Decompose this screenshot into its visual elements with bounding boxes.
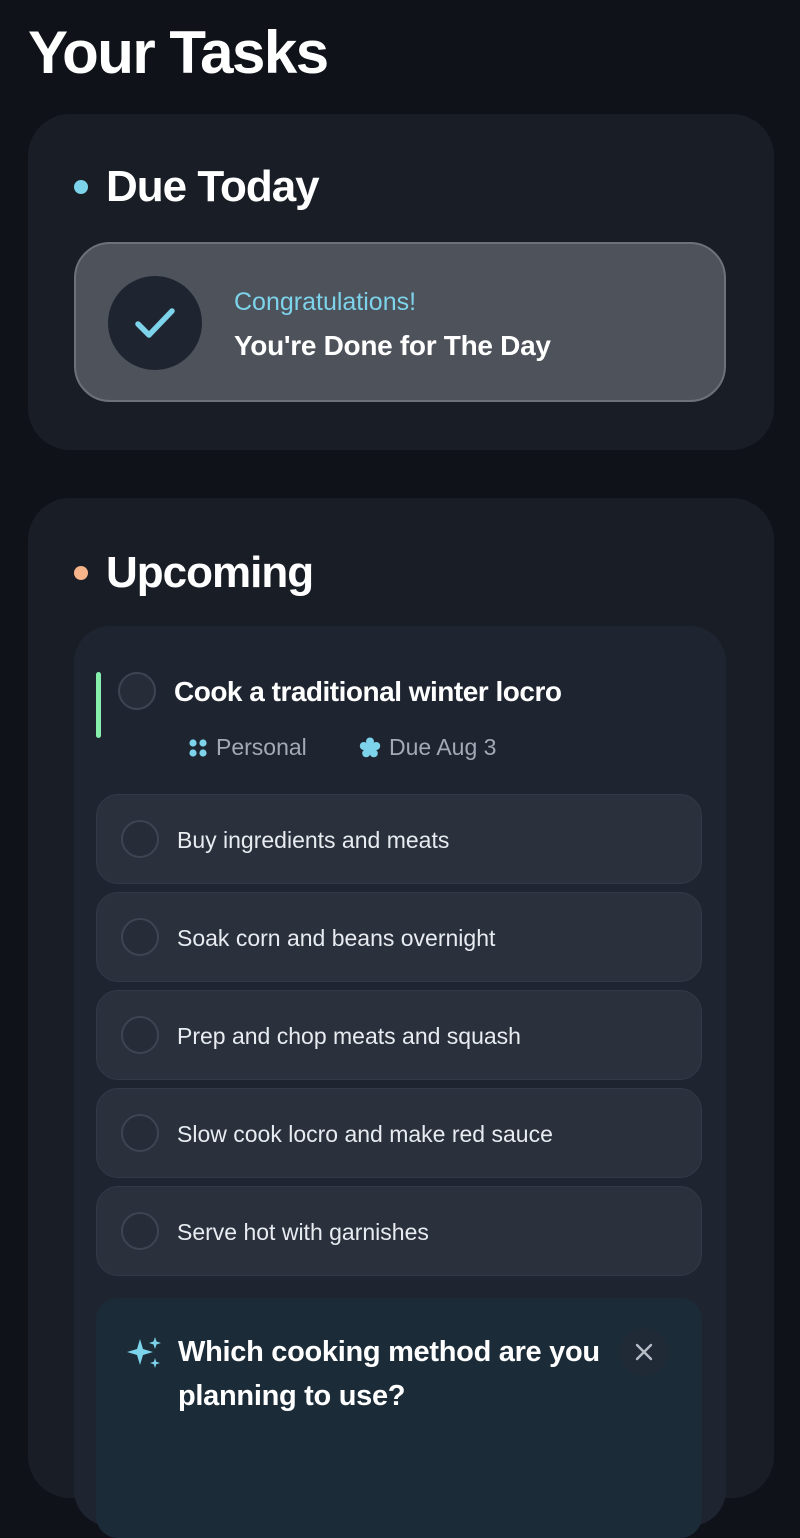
upcoming-title: Upcoming xyxy=(106,548,314,597)
task-checkbox[interactable] xyxy=(118,672,156,710)
subtask-label: Prep and chop meats and squash xyxy=(177,1023,521,1049)
task-title[interactable]: Cook a traditional winter locro xyxy=(174,676,562,708)
subtask-item[interactable]: Serve hot with garnishes xyxy=(96,1186,702,1276)
upcoming-header: Upcoming xyxy=(74,548,314,598)
subtask-checkbox[interactable] xyxy=(121,820,159,858)
congrats-subtitle: You're Done for The Day xyxy=(234,330,551,361)
subtask-label: Serve hot with garnishes xyxy=(177,1219,429,1245)
due-today-header: Due Today xyxy=(74,162,320,212)
subtask-checkbox[interactable] xyxy=(121,918,159,956)
subtask-item[interactable]: Slow cook locro and make red sauce xyxy=(96,1088,702,1178)
subtask-label: Buy ingredients and meats xyxy=(177,827,450,853)
due-today-section: Due Today Congratulations! You're Done f… xyxy=(28,114,774,450)
subtask-item[interactable]: Soak corn and beans overnight xyxy=(96,892,702,982)
due-today-title: Due Today xyxy=(106,162,320,211)
page-title: Your Tasks xyxy=(28,19,329,86)
subtask-checkbox[interactable] xyxy=(121,1212,159,1250)
task-priority-bar xyxy=(96,672,101,738)
subtask-item[interactable]: Prep and chop meats and squash xyxy=(96,990,702,1080)
ai-question: Which cooking method are you planning to… xyxy=(178,1336,600,1412)
check-icon xyxy=(108,276,202,370)
task-due-date: Due Aug 3 xyxy=(359,734,496,761)
sparkle-icon xyxy=(127,1337,161,1368)
subtask-checkbox[interactable] xyxy=(121,1114,159,1152)
upcoming-dot xyxy=(74,566,88,580)
congrats-title: Congratulations! xyxy=(234,288,417,316)
done-for-day-card: Congratulations! You're Done for The Day xyxy=(74,242,726,402)
subtask-label: Slow cook locro and make red sauce xyxy=(177,1121,553,1147)
upcoming-section: Upcoming Cook a traditional winter locro… xyxy=(28,498,774,1538)
close-button[interactable] xyxy=(620,1328,668,1376)
task-category: Personal xyxy=(188,734,307,761)
ai-suggestion-card[interactable]: Which cooking method are you planning to… xyxy=(96,1298,702,1538)
task-category-label: Personal xyxy=(216,734,307,760)
subtask-checkbox[interactable] xyxy=(121,1016,159,1054)
flower-badge-icon xyxy=(359,737,381,757)
category-grid-icon xyxy=(189,738,207,757)
task-card[interactable]: Cook a traditional winter locro Personal… xyxy=(74,626,726,1538)
due-today-dot xyxy=(74,180,88,194)
subtask-item[interactable]: Buy ingredients and meats xyxy=(96,794,702,884)
task-due-label: Due Aug 3 xyxy=(389,734,497,760)
subtask-label: Soak corn and beans overnight xyxy=(177,925,496,951)
close-icon xyxy=(635,1343,653,1361)
